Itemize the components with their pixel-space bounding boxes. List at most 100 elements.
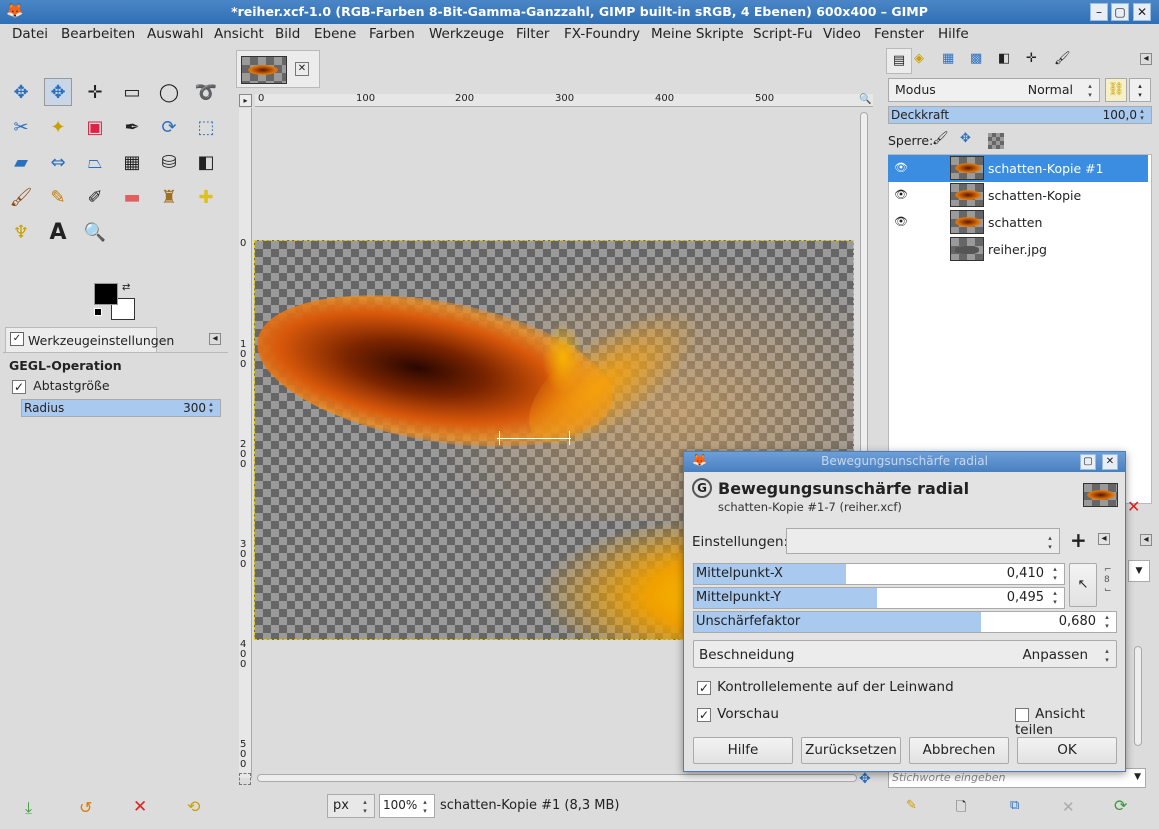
move-tool-icon[interactable]: ✥ (44, 78, 72, 106)
save-options-icon[interactable]: ⤓ (25, 798, 32, 818)
visibility-eye-icon[interactable]: 👁 (894, 215, 908, 228)
scissors-icon[interactable]: ✂ (7, 113, 35, 141)
clipping-combo[interactable]: Beschneidung Anpassen ▴ ▾ (693, 640, 1117, 668)
rect-select-icon[interactable]: ▭ (118, 78, 146, 106)
tab-menu-icon[interactable]: ◂ (209, 333, 221, 345)
layer-row[interactable]: 👁 schatten-Kopie #1 (888, 155, 1148, 182)
menu-hilfe[interactable]: Hilfe (938, 26, 969, 42)
dialog-close-button[interactable]: ✕ (1102, 454, 1118, 470)
split-view-checkbox[interactable]: Ansicht teilen (1015, 706, 1125, 738)
crop-tool-icon[interactable]: ✛ (81, 78, 109, 106)
lock-alpha-icon[interactable] (988, 133, 1004, 149)
delete-options-icon[interactable]: ✕ (133, 797, 147, 817)
lasso-icon[interactable]: ➰ (192, 78, 220, 106)
tab-brushes-icon[interactable]: 🖌 (1054, 51, 1071, 66)
center-y-slider[interactable]: Mittelpunkt-Y 0,495 ▴ ▾ (693, 587, 1065, 609)
edit-layer-icon[interactable]: ✎ (906, 798, 917, 813)
zoom-tool-icon[interactable]: 🔍 (81, 218, 109, 246)
scale-tool-icon[interactable]: ⬚ (192, 113, 220, 141)
refresh-icon[interactable]: ⟳ (1114, 796, 1127, 815)
preview-checkbox[interactable]: ✓ Vorschau (697, 706, 779, 722)
delete-red-icon[interactable]: ✕ (1127, 497, 1140, 516)
menu-fenster[interactable]: Fenster (874, 26, 924, 42)
default-colors-icon[interactable] (94, 308, 102, 316)
ok-button[interactable]: OK (1017, 737, 1117, 764)
tab-layers-icon[interactable]: ▤ (886, 48, 912, 74)
lock-pixels-icon[interactable]: 🖌 (932, 131, 949, 146)
menu-bearbeiten[interactable]: Bearbeiten (61, 26, 135, 42)
tab-pointer-icon[interactable]: ✛ (1026, 51, 1037, 66)
menu-ansicht[interactable]: Ansicht (214, 26, 264, 42)
tab-histogram-icon[interactable]: ◧ (998, 51, 1010, 66)
cage-tool-icon[interactable]: ▦ (118, 148, 146, 176)
menu-datei[interactable]: Datei (12, 26, 48, 42)
add-preset-icon[interactable]: + (1070, 528, 1087, 552)
delete-layer-icon[interactable]: ✕ (1062, 798, 1075, 816)
perspective-tool-icon[interactable]: ⏢ (81, 148, 109, 176)
mode-selector[interactable]: Modus Normal ▴ ▾ (888, 78, 1100, 102)
fuzzy-select-icon[interactable]: ✦ (44, 113, 72, 141)
dock-lower-menu-icon[interactable]: ◂ (1140, 534, 1152, 546)
restore-options-icon[interactable]: ↺ (79, 798, 92, 817)
maximize-button[interactable]: ▢ (1111, 3, 1129, 21)
crosshair-left[interactable] (499, 431, 500, 445)
canvas-controls-checkbox[interactable]: ✓ Kontrollelemente auf der Leinwand (697, 679, 954, 695)
center-x-slider[interactable]: Mittelpunkt-X 0,410 ▴ ▾ (693, 563, 1065, 585)
layer-row[interactable]: 👁 schatten-Kopie (888, 182, 1148, 209)
presets-combo[interactable]: ▴ ▾ (786, 528, 1060, 554)
unit-selector[interactable]: px ▴ ▾ (327, 794, 375, 818)
tab-colormap-icon[interactable]: ▩ (970, 51, 982, 66)
menu-video[interactable]: Video (823, 26, 861, 42)
visibility-eye-icon[interactable]: 👁 (894, 161, 908, 174)
radius-slider[interactable]: Radius 300 ▴ ▾ (21, 399, 221, 417)
menu-farben[interactable]: Farben (369, 26, 415, 42)
close-button[interactable]: ✕ (1133, 3, 1151, 21)
cancel-button[interactable]: Abbrechen (909, 737, 1009, 764)
rotate-tool-icon[interactable]: ⟳ (155, 113, 183, 141)
clone-stamp-icon[interactable]: ♜ (155, 183, 183, 211)
visibility-eye-icon[interactable]: 👁 (894, 188, 908, 201)
color-select-icon[interactable]: ▣ (81, 113, 109, 141)
tab-paths-icon[interactable]: ▦ (942, 51, 954, 66)
presets-menu-icon[interactable]: ◂ (1098, 533, 1110, 545)
reset-button[interactable]: Zurücksetzen (801, 737, 901, 764)
menu-filter[interactable]: Filter (516, 26, 549, 42)
paths-tool-icon[interactable]: ✒ (118, 113, 146, 141)
menu-bild[interactable]: Bild (275, 26, 300, 42)
minimize-button[interactable]: – (1090, 3, 1108, 21)
pencil-icon[interactable]: ✎ (44, 183, 72, 211)
ruler-corner-icon[interactable]: ▸ (239, 94, 252, 107)
dock-menu-icon[interactable]: ◂ (1140, 53, 1152, 65)
composite-selector-icon[interactable]: ▴ ▾ (1129, 78, 1151, 102)
menu-script-fu[interactable]: Script-Fu (753, 26, 813, 42)
dialog-maximize-button[interactable]: ▢ (1080, 454, 1096, 470)
zoom-fit-icon[interactable]: 🔍 (859, 94, 872, 107)
lock-position-icon[interactable]: ✥ (960, 131, 971, 146)
layer-row[interactable]: reiher.jpg (888, 236, 1148, 263)
reset-options-icon[interactable]: ⟲ (187, 797, 200, 816)
text-tool-icon[interactable]: A (44, 218, 72, 246)
bucket-fill-icon[interactable]: ⛁ (155, 148, 183, 176)
navigate-icon[interactable]: ✥ (859, 771, 871, 787)
eraser-icon[interactable]: ▬ (118, 183, 146, 211)
airbrush-icon[interactable]: ✐ (81, 183, 109, 211)
heal-tool-icon[interactable]: ✚ (192, 183, 220, 211)
opacity-slider[interactable]: Deckkraft 100,0 ▴ ▾ (888, 106, 1152, 124)
chain-link-icon[interactable]: ⌐ 8 ⌙ (1104, 565, 1112, 595)
quickmask-icon[interactable] (239, 773, 251, 785)
menu-auswahl[interactable]: Auswahl (147, 26, 203, 42)
foreground-color-swatch[interactable] (94, 283, 118, 305)
duplicate-layer-icon[interactable]: ⧉ (1010, 798, 1019, 813)
menu-meine-skripte[interactable]: Meine Skripte (651, 26, 744, 42)
flip-tool-icon[interactable]: ⇔ (44, 148, 72, 176)
tab-channels-icon[interactable]: ◈ (914, 51, 924, 66)
gradient-tool-icon[interactable]: ◧ (192, 148, 220, 176)
close-tab-icon[interactable]: ✕ (295, 62, 309, 76)
new-layer-icon[interactable]: 🗋 (956, 798, 966, 820)
dock-lower-dropdown[interactable]: ▼ (1128, 560, 1150, 582)
dropdown-arrow-icon[interactable]: ▼ (1134, 772, 1141, 782)
horizontal-scrollbar[interactable] (257, 774, 857, 782)
mode-chain-icon[interactable]: ⛓ (1105, 78, 1127, 102)
shear-tool-icon[interactable]: ▰ (7, 148, 35, 176)
layers-list-scrollbar[interactable] (1134, 646, 1142, 746)
